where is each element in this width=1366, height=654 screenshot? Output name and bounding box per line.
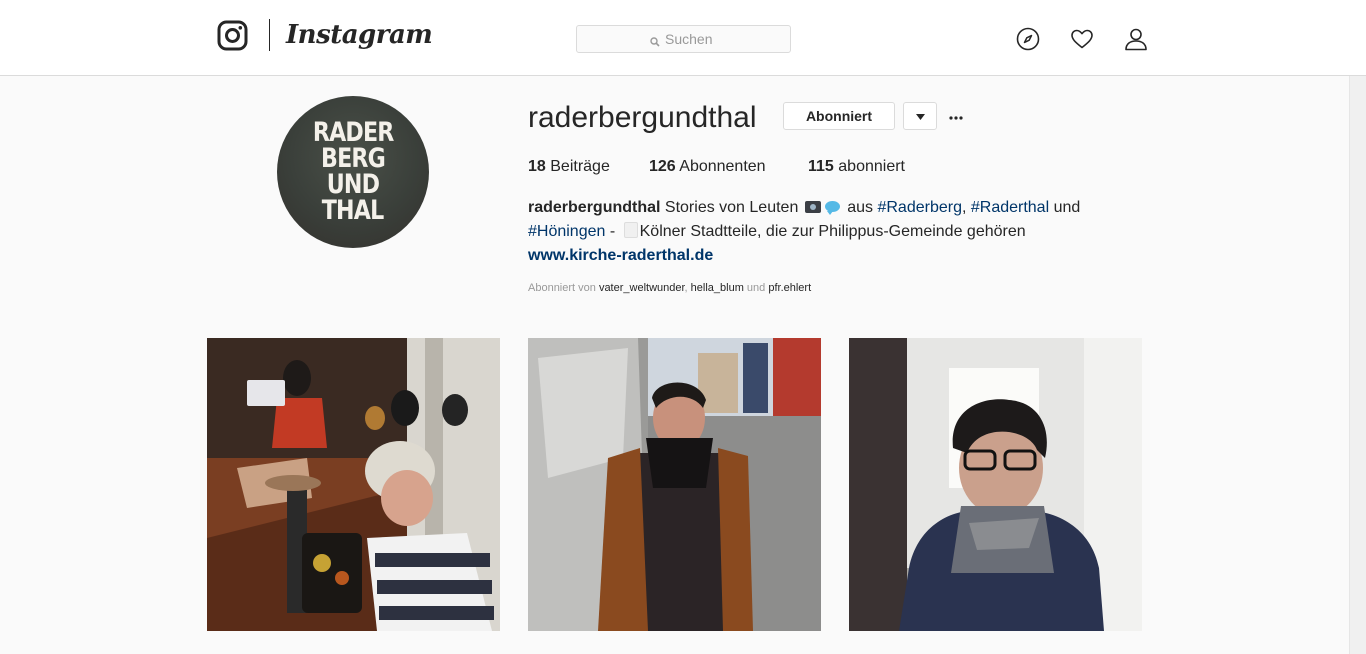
hashtag-link[interactable]: #Raderthal — [971, 199, 1049, 216]
follower-username-link[interactable]: hella_blum — [691, 282, 744, 294]
post-thumbnail[interactable] — [207, 338, 500, 631]
bio-line: #Höningen - Kölner Stadtteile, die zur P… — [528, 220, 1088, 244]
search-input[interactable] — [665, 31, 717, 47]
camera-emoji-icon — [804, 201, 821, 213]
bio-line: www.kirche-raderthal.de — [528, 244, 1088, 268]
post-image — [207, 338, 500, 631]
search-icon — [650, 34, 660, 47]
profile-bio: raderbergundthal Stories von Leuten aus … — [528, 196, 1088, 268]
post-image — [528, 338, 821, 631]
following-button[interactable]: Abonniert — [783, 102, 895, 130]
stat-label: Beiträge — [550, 158, 610, 175]
bio-text: Stories von Leuten — [660, 199, 803, 216]
caret-down-icon — [915, 107, 925, 125]
hashtag-link[interactable]: #Höningen — [528, 223, 605, 240]
more-options-button[interactable] — [945, 104, 967, 128]
post-thumbnail[interactable] — [849, 338, 1142, 631]
bio-text: Kölner Stadtteile, die zur Philippus-Gem… — [639, 223, 1026, 240]
bio-text: und — [1049, 199, 1081, 216]
post-image — [849, 338, 1142, 631]
profile-icon[interactable] — [1124, 27, 1148, 51]
followed-by: Abonniert von vater_weltwunder, hella_bl… — [528, 280, 811, 296]
followers-count[interactable]: 126 Abonnenten — [649, 157, 766, 177]
stat-number: 126 — [649, 158, 676, 175]
logo-divider — [269, 19, 270, 51]
followed-by-prefix: Abonniert von — [528, 282, 599, 294]
stat-label: abonniert — [838, 158, 905, 175]
stat-number: 115 — [808, 158, 834, 175]
follower-username-link[interactable]: vater_weltwunder — [599, 282, 685, 294]
followed-by-separator: und — [743, 282, 769, 294]
compass-icon[interactable] — [1016, 27, 1040, 51]
bio-text: , — [961, 199, 971, 216]
search-box[interactable] — [576, 25, 791, 53]
heart-icon[interactable] — [1070, 27, 1094, 51]
profile-avatar[interactable]: RADER BERG UND THAL — [277, 96, 429, 248]
page-scrollbar[interactable] — [1349, 76, 1366, 654]
speech-bubble-emoji-icon — [824, 201, 840, 215]
post-thumbnail[interactable] — [528, 338, 821, 631]
website-link[interactable]: www.kirche-raderthal.de — [528, 247, 713, 264]
instagram-camera-icon[interactable] — [217, 20, 248, 51]
following-count[interactable]: 115 abonniert — [808, 157, 905, 177]
posts-count: 18 Beiträge — [528, 157, 610, 177]
follower-username-link[interactable]: pfr.ehlert — [768, 282, 811, 294]
avatar-text-line: THAL — [322, 195, 384, 226]
bio-name: raderbergundthal — [528, 199, 661, 216]
instagram-wordmark[interactable]: Instagram — [286, 19, 433, 51]
bio-line: raderbergundthal Stories von Leuten aus … — [528, 196, 1088, 220]
bio-text: aus — [842, 199, 878, 216]
stat-number: 18 — [528, 158, 546, 175]
suggestions-dropdown-button[interactable] — [903, 102, 937, 130]
church-emoji-icon — [623, 222, 638, 238]
profile-username: raderbergundthal — [528, 101, 757, 134]
bio-text: - — [605, 223, 620, 240]
top-navigation: Instagram — [0, 0, 1366, 76]
hashtag-link[interactable]: #Raderberg — [877, 199, 962, 216]
stat-label: Abonnenten — [679, 158, 766, 175]
more-dots-icon — [949, 107, 963, 125]
